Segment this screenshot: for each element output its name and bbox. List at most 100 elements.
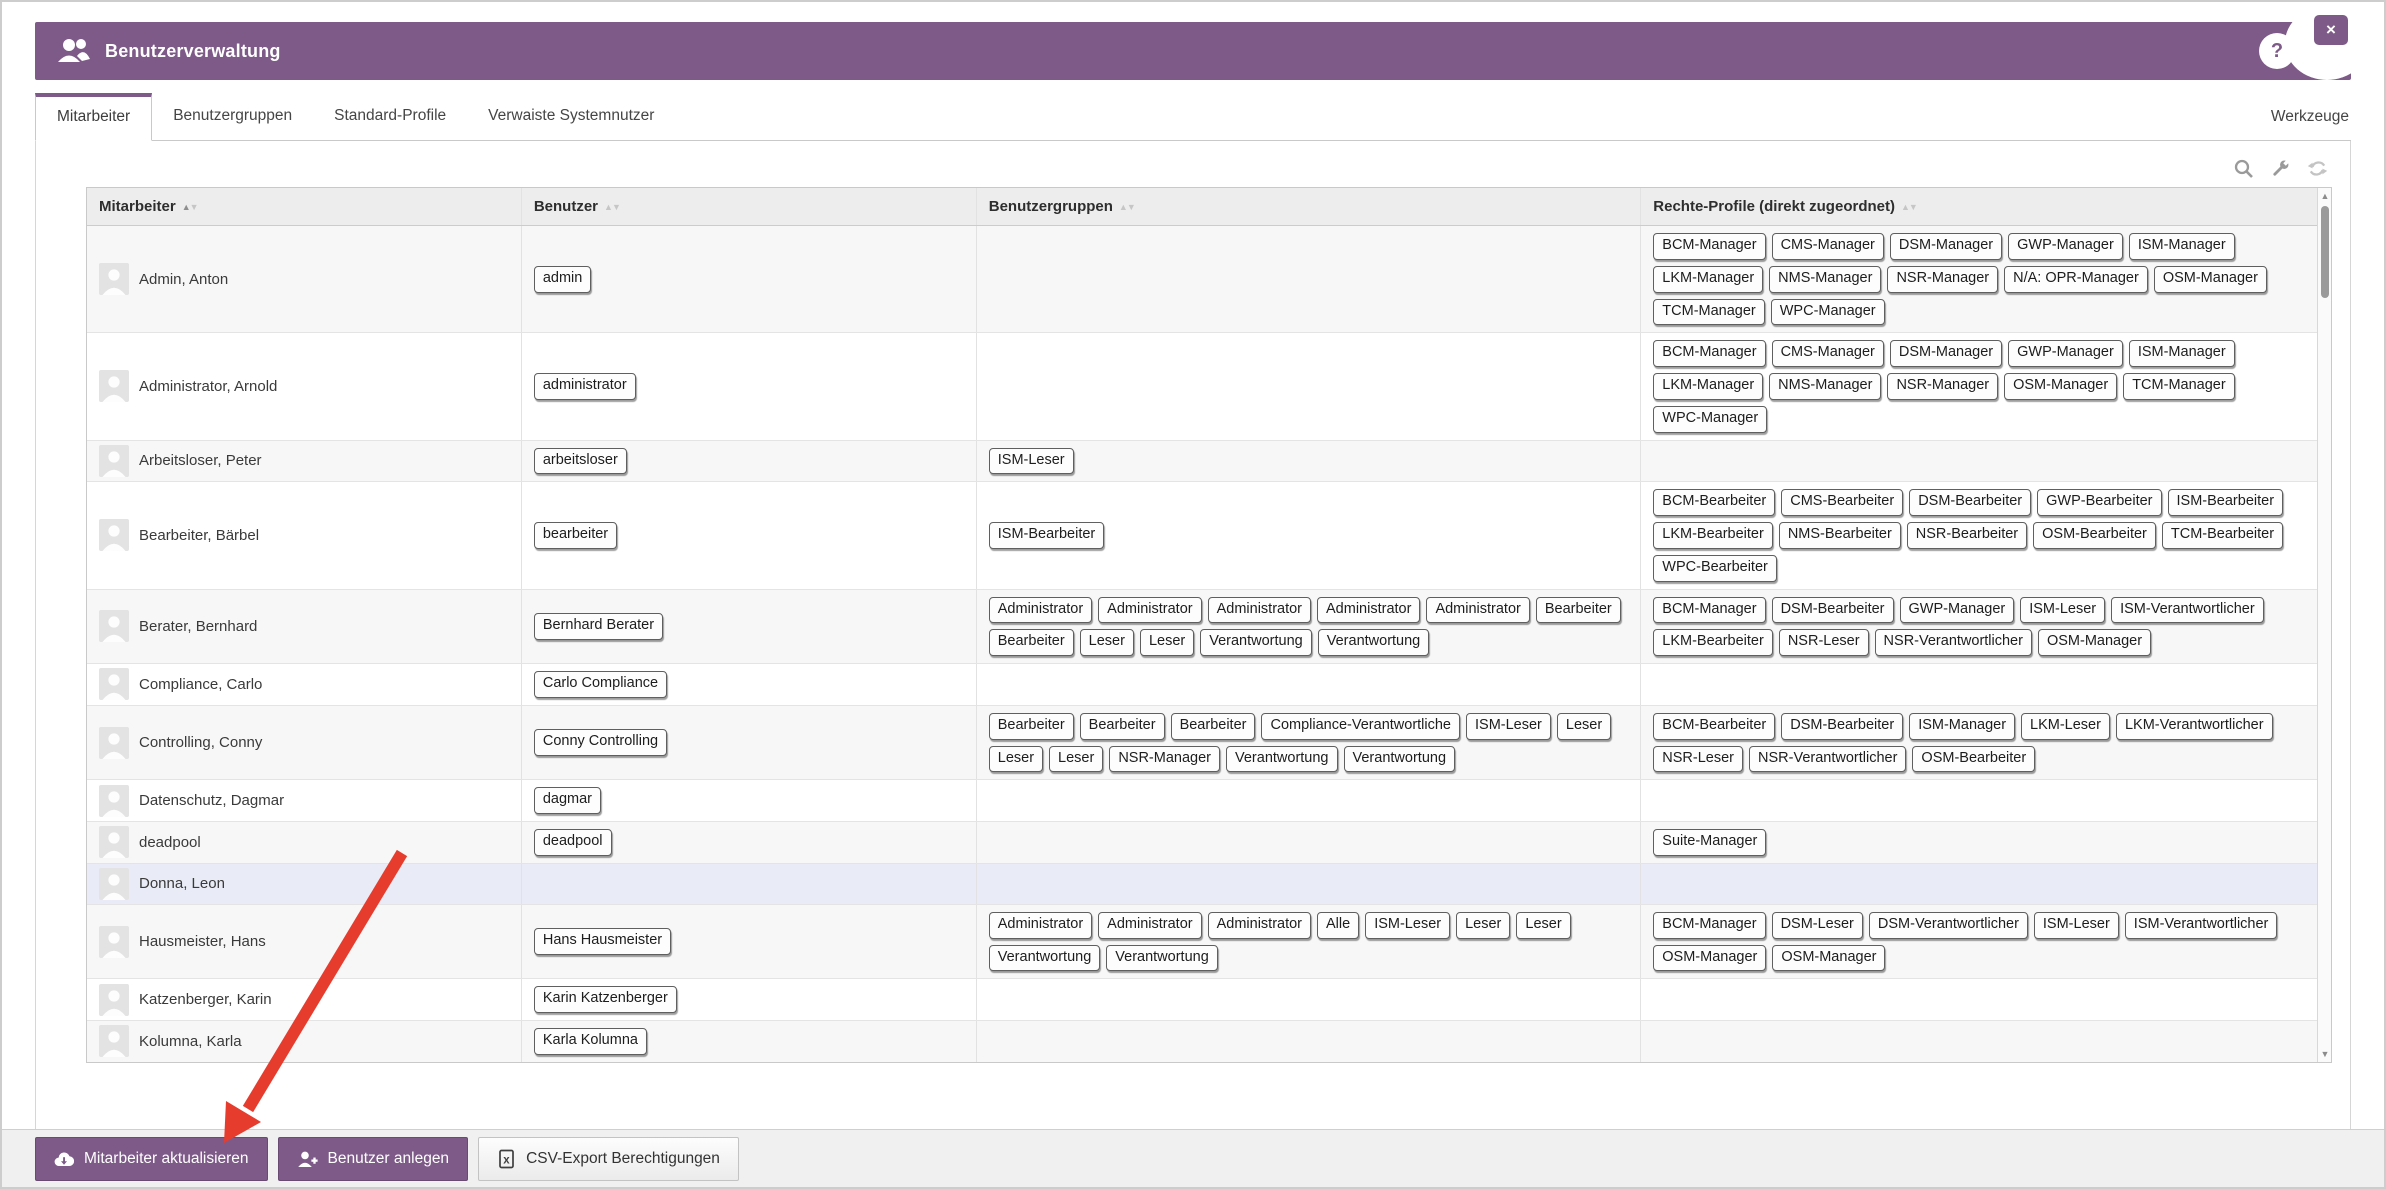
vertical-scrollbar[interactable]: ▲ ▼ (2317, 188, 2331, 1062)
profile-badge[interactable]: ISM-Verantwortlicher (2125, 912, 2278, 939)
user-badge[interactable]: administrator (534, 373, 636, 400)
profile-badge[interactable]: ISM-Bearbeiter (2168, 489, 2284, 516)
profile-badge[interactable]: ISM-Manager (2129, 233, 2235, 260)
tab-verwaiste-systemnutzer[interactable]: Verwaiste Systemnutzer (467, 93, 675, 140)
column-header-mitarbeiter[interactable]: Mitarbeiter▲▼ (87, 188, 522, 225)
group-badge[interactable]: Verantwortung (1318, 629, 1430, 656)
group-badge[interactable]: Bearbeiter (989, 629, 1074, 656)
profile-badge[interactable]: WPC-Manager (1771, 299, 1885, 326)
table-row[interactable]: Donna, Leon (87, 864, 2317, 905)
group-badge[interactable]: ISM-Leser (989, 448, 1074, 475)
profile-badge[interactable]: TCM-Manager (2123, 373, 2234, 400)
update-employees-button[interactable]: Mitarbeiter aktualisieren (35, 1137, 268, 1181)
profile-badge[interactable]: ISM-Manager (1909, 713, 2015, 740)
profile-badge[interactable]: DSM-Bearbeiter (1781, 713, 1903, 740)
profile-badge[interactable]: OSM-Bearbeiter (2033, 522, 2156, 549)
profile-badge[interactable]: BCM-Manager (1653, 340, 1765, 367)
group-badge[interactable]: Verantwortung (1200, 629, 1312, 656)
user-badge[interactable]: Hans Hausmeister (534, 928, 671, 955)
close-icon[interactable]: × (2314, 15, 2348, 45)
profile-badge[interactable]: NMS-Manager (1769, 266, 1881, 293)
profile-badge[interactable]: CMS-Manager (1772, 233, 1884, 260)
scroll-up-icon[interactable]: ▲ (2318, 191, 2332, 201)
profile-badge[interactable]: LKM-Manager (1653, 373, 1763, 400)
user-badge[interactable]: admin (534, 266, 592, 293)
group-badge[interactable]: Leser (1516, 912, 1570, 939)
group-badge[interactable]: NSR-Manager (1109, 746, 1220, 773)
table-row[interactable]: Berater, BernhardBernhard BeraterAdminis… (87, 590, 2317, 665)
group-badge[interactable]: Administrator (989, 597, 1092, 624)
profile-badge[interactable]: BCM-Manager (1653, 597, 1765, 624)
scroll-down-icon[interactable]: ▼ (2318, 1049, 2332, 1059)
group-badge[interactable]: Administrator (989, 912, 1092, 939)
group-badge[interactable]: Administrator (1426, 597, 1529, 624)
profile-badge[interactable]: DSM-Bearbeiter (1909, 489, 2031, 516)
profile-badge[interactable]: NMS-Bearbeiter (1779, 522, 1901, 549)
profile-badge[interactable]: NSR-Manager (1887, 373, 1998, 400)
profile-badge[interactable]: DSM-Bearbeiter (1772, 597, 1894, 624)
profile-badge[interactable]: N/A: OPR-Manager (2004, 266, 2148, 293)
search-icon[interactable] (2233, 158, 2254, 179)
profile-badge[interactable]: Suite-Manager (1653, 829, 1766, 856)
profile-badge[interactable]: ISM-Verantwortlicher (2111, 597, 2264, 624)
scrollbar-thumb[interactable] (2321, 206, 2329, 298)
group-badge[interactable]: Administrator (1098, 597, 1201, 624)
group-badge[interactable]: Administrator (1098, 912, 1201, 939)
group-badge[interactable]: Verantwortung (1226, 746, 1338, 773)
profile-badge[interactable]: OSM-Manager (1772, 945, 1885, 972)
profile-badge[interactable]: DSM-Verantwortlicher (1869, 912, 2028, 939)
profile-badge[interactable]: DSM-Manager (1890, 233, 2002, 260)
create-user-button[interactable]: Benutzer anlegen (278, 1137, 469, 1181)
profile-badge[interactable]: ISM-Leser (2020, 597, 2105, 624)
profile-badge[interactable]: OSM-Manager (2004, 373, 2117, 400)
tab-mitarbeiter[interactable]: Mitarbeiter (35, 93, 152, 141)
table-row[interactable]: Katzenberger, KarinKarin Katzenberger (87, 979, 2317, 1021)
group-badge[interactable]: Administrator (1208, 597, 1311, 624)
column-header-rechte-profile-direkt-zugeordnet[interactable]: Rechte-Profile (direkt zugeordnet)▲▼ (1641, 188, 2317, 225)
group-badge[interactable]: Administrator (1208, 912, 1311, 939)
table-row[interactable]: Controlling, ConnyConny ControllingBearb… (87, 706, 2317, 781)
group-badge[interactable]: Leser (1140, 629, 1194, 656)
user-badge[interactable]: Bernhard Berater (534, 613, 663, 640)
group-badge[interactable]: Verantwortung (1344, 746, 1456, 773)
table-row[interactable]: Hausmeister, HansHans HausmeisterAdminis… (87, 905, 2317, 980)
group-badge[interactable]: ISM-Bearbeiter (989, 522, 1105, 549)
group-badge[interactable]: Leser (1557, 713, 1611, 740)
profile-badge[interactable]: LKM-Bearbeiter (1653, 522, 1773, 549)
table-row[interactable]: Administrator, ArnoldadministratorBCM-Ma… (87, 333, 2317, 440)
profile-badge[interactable]: OSM-Bearbeiter (1912, 746, 2035, 773)
column-header-benutzer[interactable]: Benutzer▲▼ (522, 188, 977, 225)
profile-badge[interactable]: ISM-Leser (2034, 912, 2119, 939)
profile-badge[interactable]: BCM-Bearbeiter (1653, 489, 1775, 516)
user-badge[interactable]: Conny Controlling (534, 729, 667, 756)
profile-badge[interactable]: WPC-Manager (1653, 406, 1767, 433)
profile-badge[interactable]: LKM-Leser (2021, 713, 2110, 740)
profile-badge[interactable]: OSM-Manager (1653, 945, 1766, 972)
csv-export-button[interactable]: x CSV-Export Berechtigungen (478, 1137, 739, 1181)
profile-badge[interactable]: LKM-Verantwortlicher (2116, 713, 2273, 740)
profile-badge[interactable]: GWP-Bearbeiter (2037, 489, 2161, 516)
profile-badge[interactable]: NSR-Manager (1887, 266, 1998, 293)
profile-badge[interactable]: GWP-Manager (2008, 233, 2123, 260)
table-row[interactable]: Datenschutz, Dagmardagmar (87, 780, 2317, 822)
user-badge[interactable]: arbeitsloser (534, 448, 627, 475)
profile-badge[interactable]: DSM-Manager (1890, 340, 2002, 367)
profile-badge[interactable]: NSR-Leser (1779, 629, 1869, 656)
profile-badge[interactable]: CMS-Manager (1772, 340, 1884, 367)
group-badge[interactable]: Leser (1080, 629, 1134, 656)
group-badge[interactable]: ISM-Leser (1466, 713, 1551, 740)
profile-badge[interactable]: NSR-Leser (1653, 746, 1743, 773)
profile-badge[interactable]: ISM-Manager (2129, 340, 2235, 367)
group-badge[interactable]: Leser (1049, 746, 1103, 773)
profile-badge[interactable]: BCM-Manager (1653, 912, 1765, 939)
group-badge[interactable]: Leser (989, 746, 1043, 773)
group-badge[interactable]: Alle (1317, 912, 1359, 939)
profile-badge[interactable]: NSR-Bearbeiter (1907, 522, 2027, 549)
user-badge[interactable]: Carlo Compliance (534, 671, 667, 698)
column-header-benutzergruppen[interactable]: Benutzergruppen▲▼ (977, 188, 1642, 225)
profile-badge[interactable]: OSM-Manager (2038, 629, 2151, 656)
group-badge[interactable]: Verantwortung (989, 945, 1101, 972)
table-row[interactable]: Arbeitsloser, PeterarbeitsloserISM-Leser (87, 441, 2317, 483)
user-badge[interactable]: deadpool (534, 829, 612, 856)
profile-badge[interactable]: WPC-Bearbeiter (1653, 555, 1777, 582)
